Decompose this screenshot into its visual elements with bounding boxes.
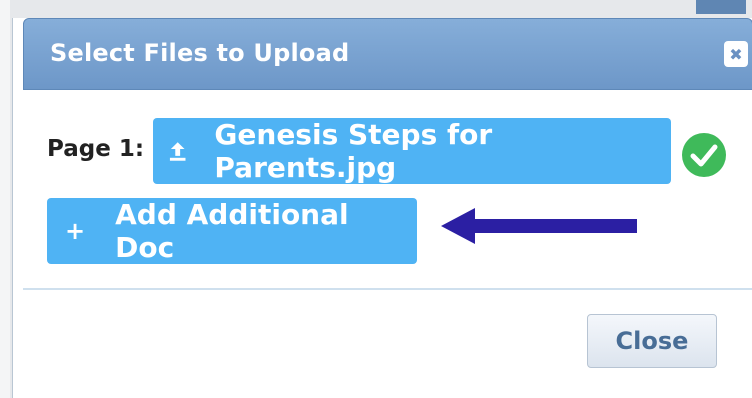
page-label: Page 1: bbox=[47, 136, 145, 162]
close-button[interactable]: Close bbox=[587, 314, 717, 368]
upload-icon bbox=[169, 142, 186, 161]
add-additional-doc-button[interactable]: + Add Additional Doc bbox=[47, 198, 417, 264]
upload-dialog: Select Files to Upload ✖ Page 1: Genesis… bbox=[12, 18, 752, 398]
close-button-label: Close bbox=[615, 327, 689, 355]
dialog-divider bbox=[23, 288, 752, 290]
file-upload-button[interactable]: Genesis Steps for Parents.jpg bbox=[153, 118, 671, 184]
plus-icon: + bbox=[65, 217, 86, 245]
dialog-titlebar: Select Files to Upload ✖ bbox=[23, 18, 752, 90]
dialog-title: Select Files to Upload bbox=[50, 39, 350, 67]
background-edge bbox=[0, 0, 10, 398]
check-circle-icon bbox=[682, 133, 726, 177]
add-button-label: Add Additional Doc bbox=[115, 198, 349, 264]
background-corner bbox=[696, 0, 746, 14]
file-button-label: Genesis Steps for Parents.jpg bbox=[214, 118, 493, 184]
close-x-icon[interactable]: ✖ bbox=[724, 41, 748, 67]
left-arrow-annotation-icon bbox=[441, 208, 637, 244]
